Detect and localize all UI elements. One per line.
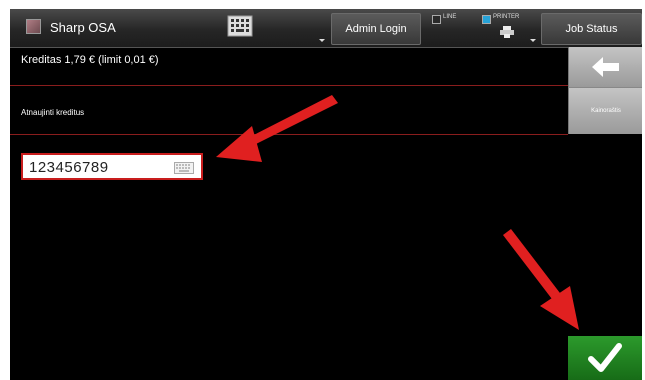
annotation-arrow-icon [503, 229, 579, 330]
annotation-arrows [216, 95, 579, 330]
annotation-arrow-icon [216, 95, 338, 162]
